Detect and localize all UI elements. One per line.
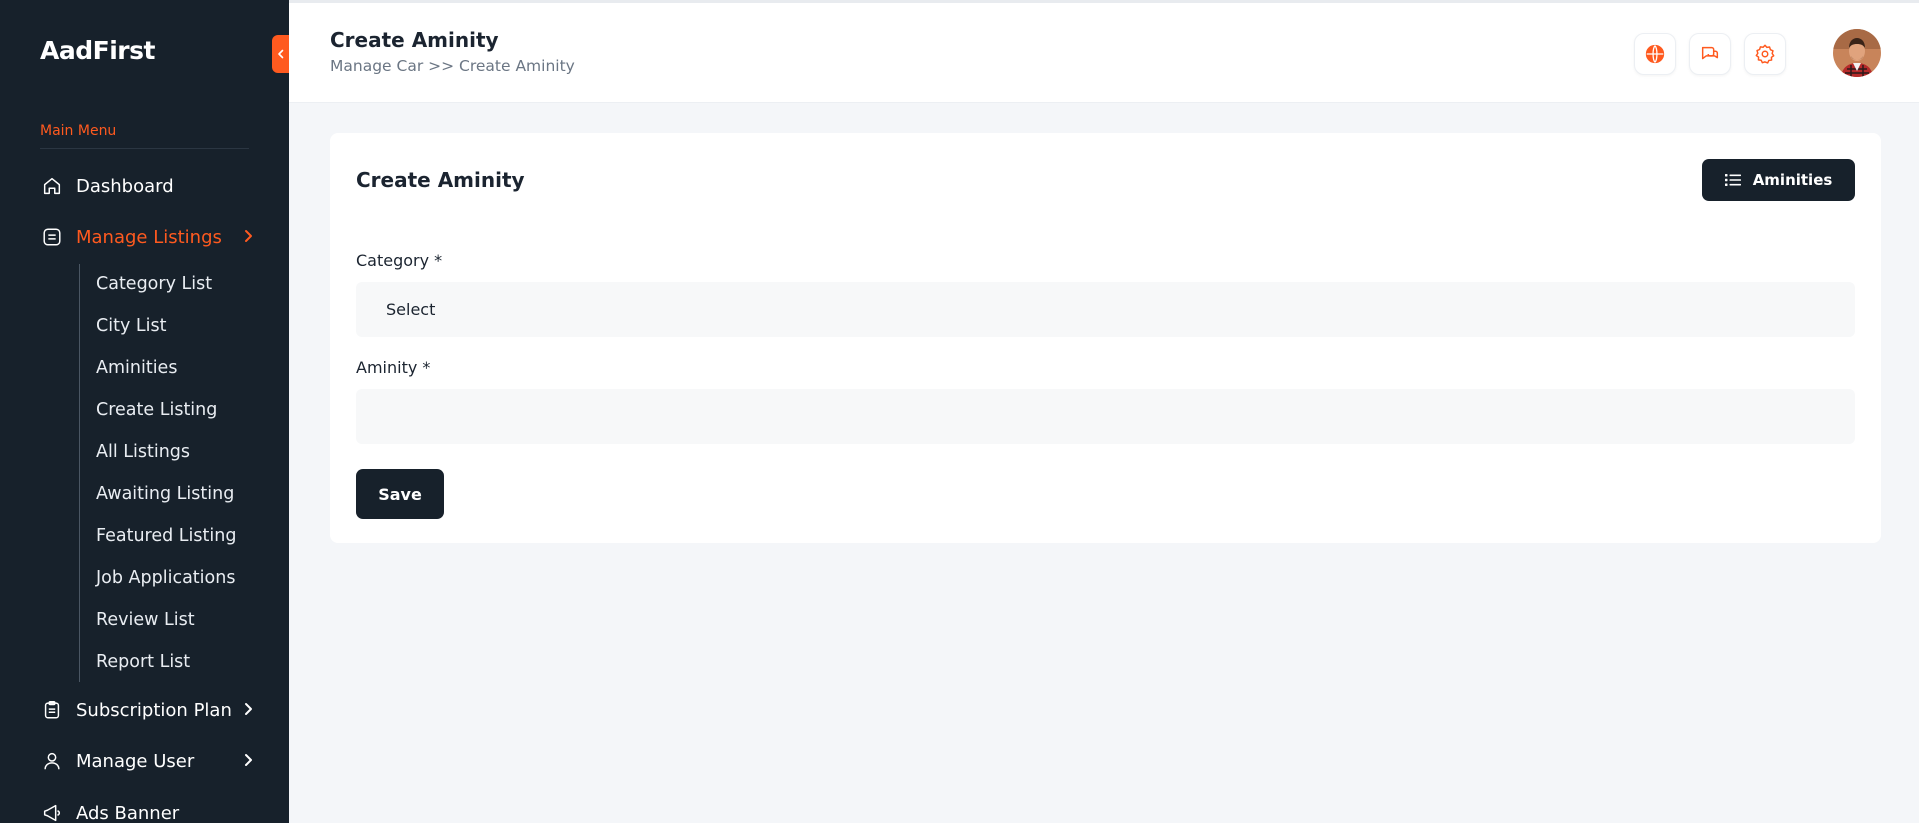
settings-button[interactable] (1744, 33, 1786, 75)
nav-ads-banner[interactable]: Ads Banner (40, 798, 255, 823)
user-icon (40, 749, 64, 773)
category-label: Category * (356, 251, 443, 270)
messages-button[interactable] (1689, 33, 1731, 75)
language-button[interactable] (1634, 33, 1676, 75)
chevron-right-icon (245, 703, 252, 715)
chevron-right-icon (245, 754, 252, 766)
globe-icon (1645, 44, 1665, 64)
chevron-right-icon (245, 230, 252, 242)
nav-dashboard-label: Dashboard (76, 175, 174, 197)
nav-manage-user[interactable]: Manage User (40, 746, 255, 776)
card-title: Create Aminity (356, 168, 525, 192)
nav-dashboard[interactable]: Dashboard (40, 171, 255, 201)
avatar[interactable] (1833, 29, 1881, 77)
aminities-list-button-label: Aminities (1752, 171, 1833, 189)
sub-item-aminities[interactable]: Aminities (96, 358, 177, 378)
sidebar: AadFirst Main Menu Dashboard Manage List… (0, 0, 289, 823)
chevron-left-icon (277, 49, 283, 59)
chat-icon (1701, 46, 1719, 60)
nav-manage-listings-label: Manage Listings (76, 226, 222, 248)
sub-item-create-listing[interactable]: Create Listing (96, 400, 217, 420)
save-button[interactable]: Save (356, 469, 444, 519)
megaphone-icon (40, 801, 64, 823)
aminities-list-button[interactable]: Aminities (1702, 159, 1855, 201)
aminity-label: Aminity * (356, 358, 431, 377)
home-icon (40, 174, 64, 198)
clipboard-icon (40, 698, 64, 722)
sub-item-review-list[interactable]: Review List (96, 610, 195, 630)
page-title: Create Aminity (330, 28, 499, 52)
gear-icon (1755, 44, 1775, 64)
main-menu-heading: Main Menu (40, 123, 117, 139)
nav-subscription-plan[interactable]: Subscription Plan (40, 695, 255, 725)
submenu-line (79, 264, 80, 682)
create-aminity-card: Create Aminity Aminities Category * Sele… (330, 133, 1881, 543)
sub-item-job-applications[interactable]: Job Applications (96, 568, 235, 588)
sub-item-all-listings[interactable]: All Listings (96, 442, 190, 462)
brand-logo[interactable]: AadFirst (40, 36, 155, 65)
nav-ads-banner-label: Ads Banner (76, 802, 180, 823)
nav-subscription-plan-label: Subscription Plan (76, 699, 232, 721)
list-icon (1724, 174, 1741, 186)
sub-item-awaiting-listing[interactable]: Awaiting Listing (96, 484, 234, 504)
nav-manage-user-label: Manage User (76, 750, 195, 772)
nav-manage-listings[interactable]: Manage Listings (40, 222, 255, 252)
header: Create Aminity Manage Car >> Create Amin… (289, 3, 1919, 103)
list-icon (40, 225, 64, 249)
sub-item-report-list[interactable]: Report List (96, 652, 190, 672)
aminity-input[interactable] (356, 389, 1855, 444)
sidebar-collapse-button[interactable] (272, 35, 289, 73)
menu-divider (40, 148, 249, 149)
sub-item-city-list[interactable]: City List (96, 316, 166, 336)
breadcrumb: Manage Car >> Create Aminity (330, 57, 575, 75)
category-select[interactable]: Select (356, 282, 1855, 337)
sub-item-category-list[interactable]: Category List (96, 274, 212, 294)
category-select-value: Select (386, 300, 436, 319)
sub-item-featured-listing[interactable]: Featured Listing (96, 526, 236, 546)
